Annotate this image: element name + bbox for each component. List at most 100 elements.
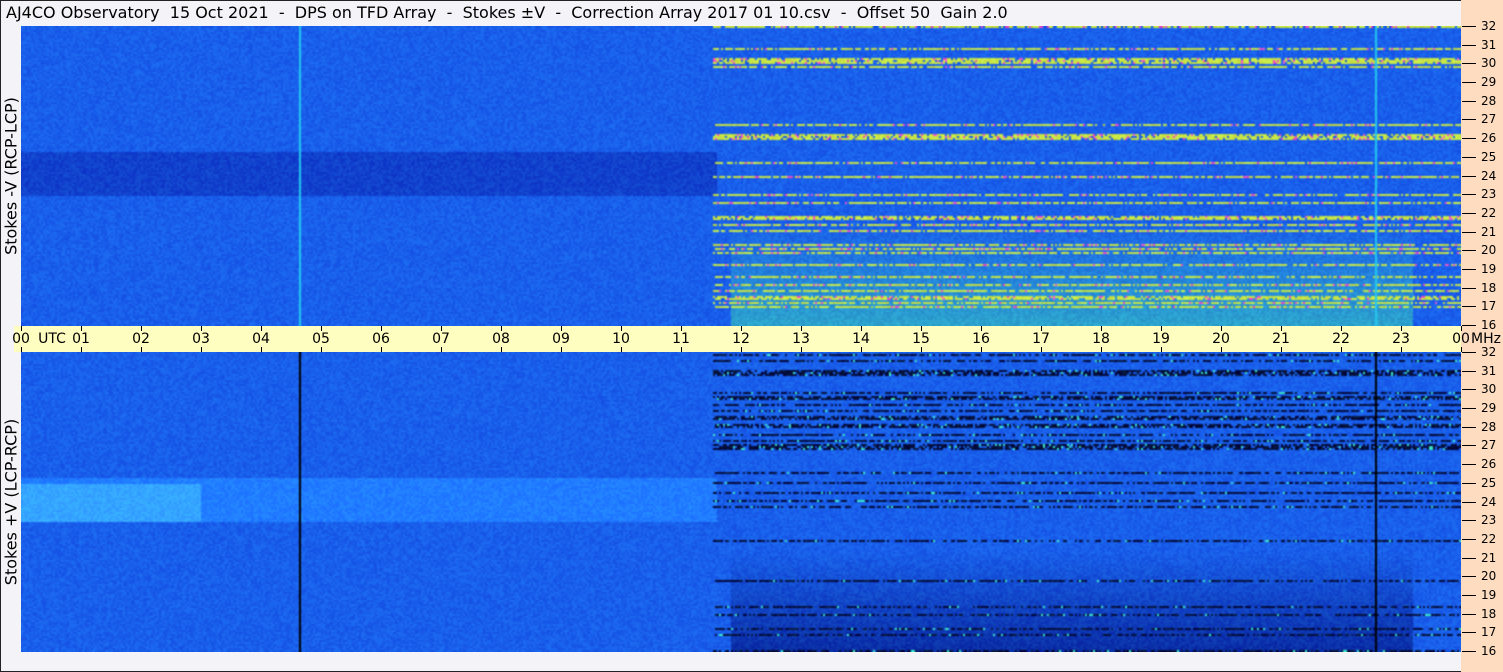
- hour-tick: [1341, 347, 1342, 352]
- spectrogram-bottom-stokes-plus-v: [21, 352, 1461, 652]
- hour-tick: [1221, 326, 1222, 331]
- frequency-tick: [1462, 445, 1476, 447]
- frequency-tick: [1462, 231, 1476, 233]
- hour-tick: [141, 326, 142, 331]
- hour-tick: [441, 347, 442, 352]
- frequency-tick: [1462, 651, 1476, 652]
- frequency-tick: [1462, 613, 1476, 615]
- hour-tick: [321, 326, 322, 331]
- frequency-label: 26: [1481, 457, 1497, 472]
- hour-tick-label: 16: [972, 331, 990, 347]
- frequency-label: 28: [1481, 93, 1497, 108]
- hour-tick: [1161, 326, 1162, 331]
- utc-label: UTC: [38, 331, 66, 347]
- frequency-tick: [1462, 389, 1476, 391]
- hour-tick: [1281, 347, 1282, 352]
- frequency-tick: [1462, 100, 1476, 102]
- hour-tick: [921, 347, 922, 352]
- frequency-tick: [1462, 482, 1476, 484]
- frequency-tick: [1462, 426, 1476, 428]
- hour-tick: [981, 347, 982, 352]
- hour-tick: [21, 347, 22, 352]
- frequency-label: 20: [1481, 569, 1497, 584]
- hour-tick: [861, 326, 862, 331]
- hour-tick-label: 00: [12, 331, 30, 347]
- frequency-label: 17: [1481, 299, 1497, 314]
- spectrogram-top-stokes-minus-v: [21, 26, 1461, 326]
- hour-tick-label: 00: [1452, 331, 1470, 347]
- frequency-tick: [1462, 44, 1476, 46]
- frequency-label: 25: [1481, 475, 1497, 490]
- frequency-tick: [1462, 63, 1476, 65]
- hour-tick-label: 07: [432, 331, 450, 347]
- hour-tick: [261, 326, 262, 331]
- frequency-tick: [1462, 538, 1476, 540]
- frequency-tick: [1462, 212, 1476, 214]
- frequency-label: 31: [1481, 37, 1497, 52]
- frequency-tick: [1462, 594, 1476, 596]
- frequency-label: 16: [1481, 318, 1497, 332]
- hour-tick-label: 02: [132, 331, 150, 347]
- hour-tick: [201, 326, 202, 331]
- hour-tick: [1101, 347, 1102, 352]
- frequency-tick: [1462, 352, 1476, 353]
- hour-tick: [801, 347, 802, 352]
- frequency-label: 31: [1481, 363, 1497, 378]
- hour-tick: [741, 347, 742, 352]
- hour-tick: [561, 347, 562, 352]
- frequency-label: 25: [1481, 149, 1497, 164]
- hour-tick: [1041, 347, 1042, 352]
- frequency-label: 18: [1481, 606, 1497, 621]
- hour-tick: [21, 326, 22, 331]
- frequency-label: 16: [1481, 644, 1497, 658]
- hour-tick: [1281, 326, 1282, 331]
- hour-tick: [201, 347, 202, 352]
- hour-tick: [621, 326, 622, 331]
- frequency-label: 20: [1481, 243, 1497, 258]
- frequency-tick: [1462, 557, 1476, 559]
- frequency-tick: [1462, 156, 1476, 158]
- hour-tick-label: 15: [912, 331, 930, 347]
- hour-tick: [1101, 326, 1102, 331]
- hour-tick: [1461, 326, 1462, 331]
- frequency-tick: [1462, 82, 1476, 84]
- hour-tick-label: 18: [1092, 331, 1110, 347]
- frequency-tick: [1462, 576, 1476, 578]
- frequency-label: 21: [1481, 550, 1497, 565]
- bottom-panel-ylabel: Stokes +V (LCP-RCP): [1, 418, 21, 586]
- chart-title: AJ4CO Observatory 15 Oct 2021 - DPS on T…: [6, 3, 1008, 22]
- frequency-tick: [1462, 501, 1476, 503]
- hour-tick-label: 05: [312, 331, 330, 347]
- frequency-label: 21: [1481, 224, 1497, 239]
- hour-tick-label: 10: [612, 331, 630, 347]
- frequency-label: 23: [1481, 187, 1497, 202]
- hour-tick: [1161, 347, 1162, 352]
- hour-tick-label: 03: [192, 331, 210, 347]
- frequency-tick: [1462, 268, 1476, 270]
- hour-tick: [321, 347, 322, 352]
- hour-tick: [621, 347, 622, 352]
- hour-tick: [261, 347, 262, 352]
- hour-tick-label: 09: [552, 331, 570, 347]
- frequency-label: 29: [1481, 401, 1497, 416]
- frequency-label: 19: [1481, 587, 1497, 602]
- frequency-tick: [1462, 175, 1476, 177]
- hour-tick: [921, 326, 922, 331]
- frequency-label: 29: [1481, 75, 1497, 90]
- frequency-label: 18: [1481, 280, 1497, 295]
- hour-tick-label: 11: [672, 331, 690, 347]
- hour-tick-label: 08: [492, 331, 510, 347]
- frequency-label: 26: [1481, 131, 1497, 146]
- hour-tick: [981, 326, 982, 331]
- hour-tick: [501, 347, 502, 352]
- frequency-tick: [1462, 306, 1476, 308]
- hour-tick: [1401, 347, 1402, 352]
- hour-tick: [501, 326, 502, 331]
- hour-tick: [381, 326, 382, 331]
- frequency-label: 27: [1481, 112, 1497, 127]
- hour-tick: [381, 347, 382, 352]
- hour-tick: [441, 326, 442, 331]
- frequency-tick: [1462, 194, 1476, 196]
- hour-tick-label: 21: [1272, 331, 1290, 347]
- top-panel-ylabel: Stokes -V (RCP-LCP): [1, 97, 21, 255]
